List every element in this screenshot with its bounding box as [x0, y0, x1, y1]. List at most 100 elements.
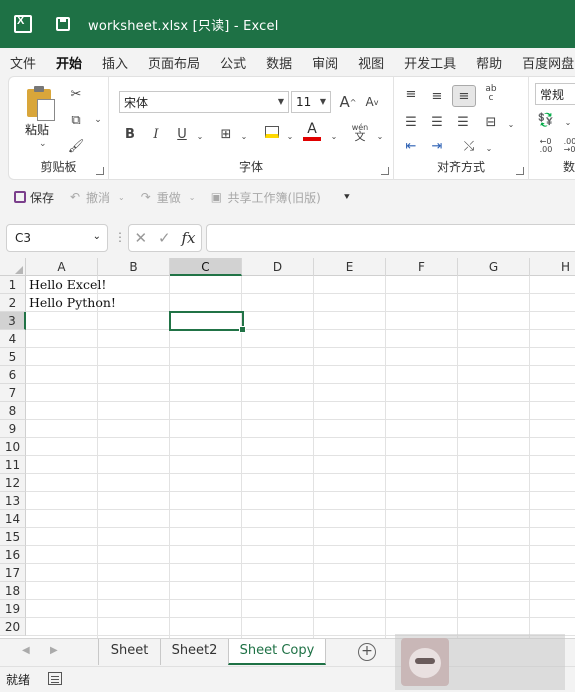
tab-baidu-netdisk[interactable]: 百度网盘	[512, 53, 575, 72]
tab-formulas[interactable]: 公式	[210, 53, 256, 72]
column-header[interactable]: D	[242, 258, 314, 276]
sheet-tab[interactable]: Sheet	[98, 639, 160, 665]
orientation-icon[interactable]: ⤯	[458, 135, 480, 157]
cut-icon[interactable]: ✂	[65, 83, 87, 105]
row-header[interactable]: 18	[0, 582, 26, 600]
grow-font-button[interactable]: A ^	[337, 91, 359, 113]
increase-indent-icon[interactable]: ⇥	[426, 135, 448, 157]
prev-sheet-icon[interactable]: ◀	[22, 645, 30, 656]
copy-dropdown-icon[interactable]: ⌄	[87, 109, 109, 131]
row-header[interactable]: 1	[0, 276, 26, 294]
add-sheet-icon[interactable]: +	[358, 643, 376, 661]
row-header[interactable]: 9	[0, 420, 26, 438]
share-workbook-button[interactable]: ▣ 共享工作簿(旧版)	[209, 189, 321, 206]
column-header[interactable]: F	[386, 258, 458, 276]
copy-icon[interactable]: ⧉	[65, 109, 87, 131]
select-all-button[interactable]	[0, 258, 26, 276]
phonetic-dropdown-icon[interactable]: ⌄	[369, 125, 391, 147]
accounting-format-icon[interactable]: 💱	[535, 109, 557, 131]
row-header[interactable]: 17	[0, 564, 26, 582]
row-header[interactable]: 20	[0, 618, 26, 636]
align-center-icon[interactable]: ☰	[426, 111, 448, 133]
clipboard-launcher-icon[interactable]	[96, 167, 104, 175]
decrease-indent-icon[interactable]: ⇤	[400, 135, 422, 157]
worksheet-grid[interactable]: A B C D E F G H 1 2 3 4 5 6 7 8 9 10 11 12 13 14 15 16 1…	[0, 258, 575, 638]
save-icon[interactable]	[56, 17, 70, 31]
column-header[interactable]: B	[98, 258, 170, 276]
column-header-selected[interactable]: C	[170, 258, 242, 276]
accounting-dropdown-icon[interactable]: ⌄	[557, 111, 575, 133]
row-header[interactable]: 12	[0, 474, 26, 492]
italic-button[interactable]: I	[145, 123, 167, 145]
tab-view[interactable]: 视图	[348, 53, 394, 72]
row-header[interactable]: 13	[0, 492, 26, 510]
row-header[interactable]: 15	[0, 528, 26, 546]
tab-data[interactable]: 数据	[256, 53, 302, 72]
borders-dropdown-icon[interactable]: ⌄	[233, 125, 255, 147]
active-cell-C3[interactable]	[169, 311, 246, 333]
decrease-decimal-icon[interactable]: .00 →0	[559, 135, 575, 157]
row-header[interactable]: 2	[0, 294, 26, 312]
row-header[interactable]: 7	[0, 384, 26, 402]
tab-file[interactable]: 文件	[0, 53, 46, 72]
bold-button[interactable]: B	[119, 123, 141, 145]
align-middle-icon[interactable]: ≡	[426, 85, 448, 107]
insert-function-icon[interactable]: fx	[182, 229, 196, 247]
row-header[interactable]: 4	[0, 330, 26, 348]
font-size-select[interactable]: 11 ▼	[291, 91, 331, 113]
accessibility-icon[interactable]	[48, 672, 62, 685]
column-header[interactable]: E	[314, 258, 386, 276]
redo-button[interactable]: ↷ 重做 ⌄	[139, 189, 196, 206]
paste-dropdown-icon[interactable]: ⌄	[39, 139, 47, 149]
merge-dropdown-icon[interactable]: ⌄	[500, 113, 522, 135]
underline-dropdown-icon[interactable]: ⌄	[189, 125, 211, 147]
phonetic-guide-button[interactable]: wén 文	[349, 119, 371, 145]
row-header[interactable]: 3	[0, 312, 26, 330]
sheet-tab[interactable]: Sheet2	[160, 639, 228, 665]
column-header[interactable]: A	[26, 258, 98, 276]
format-painter-icon[interactable]: 🖌	[65, 135, 87, 157]
tab-home[interactable]: 开始	[46, 53, 92, 72]
align-right-icon[interactable]: ☰	[452, 111, 474, 133]
cell-A1[interactable]: Hello Excel!	[26, 276, 106, 294]
increase-decimal-icon[interactable]: ←0.00	[535, 135, 557, 157]
tab-page-layout[interactable]: 页面布局	[138, 53, 210, 72]
number-format-select[interactable]: 常规	[535, 83, 575, 105]
row-header[interactable]: 14	[0, 510, 26, 528]
cell-A2[interactable]: Hello Python!	[26, 294, 116, 312]
align-bottom-icon[interactable]: ≡	[452, 85, 476, 107]
formula-input[interactable]	[206, 224, 575, 252]
tab-help[interactable]: 帮助	[466, 53, 512, 72]
cancel-icon[interactable]: ✕	[134, 229, 147, 247]
font-name-select[interactable]: 宋体 ▼	[119, 91, 289, 113]
row-header[interactable]: 10	[0, 438, 26, 456]
sheet-tab-active[interactable]: Sheet Copy	[228, 639, 326, 665]
next-sheet-icon[interactable]: ▶	[50, 645, 58, 656]
font-color-button[interactable]: A	[303, 121, 321, 141]
font-color-dropdown-icon[interactable]: ⌄	[323, 125, 345, 147]
column-header[interactable]: G	[458, 258, 530, 276]
alignment-launcher-icon[interactable]	[516, 167, 524, 175]
customize-toolbar-icon[interactable]: ⯆	[343, 192, 351, 203]
enter-icon[interactable]: ✓	[158, 229, 171, 247]
font-launcher-icon[interactable]	[381, 167, 389, 175]
save-button[interactable]: 保存	[14, 189, 54, 206]
tab-review[interactable]: 审阅	[302, 53, 348, 72]
align-left-icon[interactable]: ☰	[400, 111, 422, 133]
merge-center-icon[interactable]: ⊟	[480, 111, 502, 133]
name-box[interactable]: C3 ⌄	[6, 224, 108, 252]
fill-color-dropdown-icon[interactable]: ⌄	[279, 125, 301, 147]
undo-button[interactable]: ↶ 撤消 ⌄	[68, 189, 125, 206]
row-header[interactable]: 16	[0, 546, 26, 564]
tab-developer[interactable]: 开发工具	[394, 53, 466, 72]
tab-insert[interactable]: 插入	[92, 53, 138, 72]
shrink-font-button[interactable]: Av	[361, 91, 383, 113]
orientation-dropdown-icon[interactable]: ⌄	[478, 137, 500, 159]
row-header[interactable]: 19	[0, 600, 26, 618]
column-header[interactable]: H	[530, 258, 575, 276]
row-header[interactable]: 11	[0, 456, 26, 474]
row-header[interactable]: 8	[0, 402, 26, 420]
align-top-icon[interactable]: ≡	[400, 83, 422, 105]
row-header[interactable]: 5	[0, 348, 26, 366]
row-header[interactable]: 6	[0, 366, 26, 384]
